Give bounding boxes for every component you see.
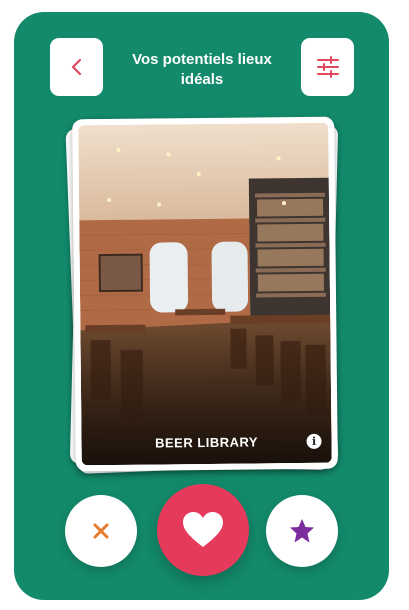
heart-icon <box>183 512 223 547</box>
dislike-button[interactable] <box>65 495 137 567</box>
star-icon <box>290 519 314 543</box>
app-screen: Vos potentiels lieux idéals BEER LIBRARY… <box>14 12 389 600</box>
place-card[interactable]: BEER LIBRARY i <box>72 116 338 472</box>
chevron-left-icon <box>71 58 81 76</box>
favorite-button[interactable] <box>266 495 338 567</box>
restaurant-interior-photo: BEER LIBRARY i <box>78 122 332 466</box>
close-icon <box>93 523 109 539</box>
info-icon[interactable]: i <box>306 433 322 449</box>
filter-button[interactable] <box>301 38 354 96</box>
place-name: BEER LIBRARY <box>154 434 259 451</box>
sliders-icon <box>316 56 339 78</box>
back-button[interactable] <box>50 38 103 96</box>
page-title: Vos potentiels lieux idéals <box>132 51 272 88</box>
like-button[interactable] <box>157 484 249 576</box>
